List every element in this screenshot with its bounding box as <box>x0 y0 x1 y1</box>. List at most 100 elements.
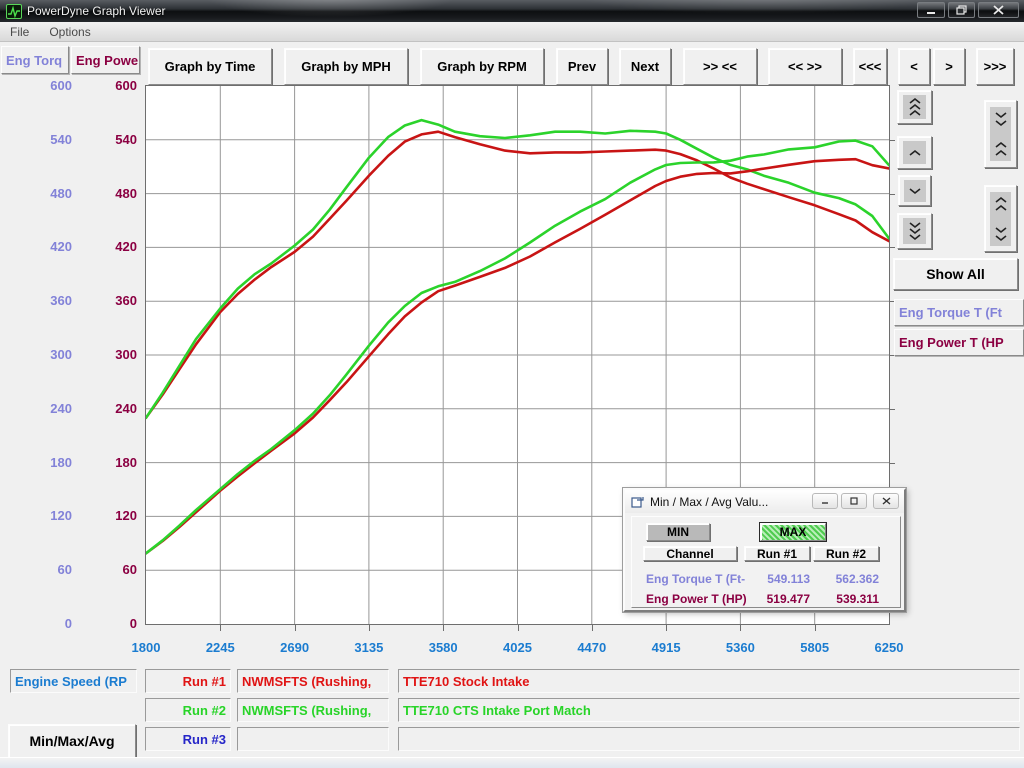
x-axis-label: 6250 <box>857 640 921 656</box>
graph-by-rpm-button[interactable]: Graph by RPM <box>420 48 544 85</box>
y-axis-label-power: 300 <box>75 347 137 363</box>
minmax-window[interactable]: Min / Max / Avg Valu... MIN MAX Channel … <box>623 488 906 612</box>
min-toggle-button[interactable]: MIN <box>646 523 710 541</box>
close-icon <box>882 497 891 505</box>
x-tick-mark <box>666 625 667 631</box>
y-axis-label-torque: 0 <box>10 616 72 632</box>
minmax-minimize-button[interactable] <box>812 493 838 509</box>
run2-name-field[interactable]: NWMSFTS (Rushing, <box>237 698 389 722</box>
x-axis-label: 2690 <box>263 640 327 656</box>
minimize-icon <box>926 6 936 15</box>
menu-file[interactable]: File <box>0 23 39 41</box>
y-axis-label-torque: 480 <box>10 186 72 202</box>
scroll-right-fast-button[interactable]: >>> <box>976 48 1014 85</box>
y-tick-mark <box>890 194 895 195</box>
y-axis-label-torque: 60 <box>10 562 72 578</box>
y-axis-label-power: 180 <box>75 455 137 471</box>
close-button[interactable] <box>978 2 1019 18</box>
scroll-left-fast-button[interactable]: <<< <box>853 48 887 85</box>
minimize-button[interactable] <box>917 2 945 18</box>
y-scroll-down-button[interactable] <box>898 175 931 206</box>
x-tick-mark <box>369 625 370 631</box>
minmax-content: MIN MAX Channel Run #1 Run #2 Eng Torque… <box>631 516 901 608</box>
y-axis-label-torque: 180 <box>10 455 72 471</box>
y-axis-label-torque: 540 <box>10 132 72 148</box>
zoom-in-x-button[interactable]: >> << <box>683 48 757 85</box>
tab-eng-power[interactable]: Eng Powe <box>71 46 140 74</box>
run1-label[interactable]: Run #1 <box>145 669 231 693</box>
channel-label-torque[interactable]: Eng Torque T (Ft <box>894 299 1024 326</box>
y-axis-label-torque: 300 <box>10 347 72 363</box>
run2-label[interactable]: Run #2 <box>145 698 231 722</box>
chevron-down-icon <box>908 187 922 195</box>
run3-desc-field[interactable] <box>398 727 1020 751</box>
form-icon <box>631 496 645 508</box>
run1-name-field[interactable]: NWMSFTS (Rushing, <box>237 669 389 693</box>
x-tick-mark <box>592 625 593 631</box>
y-range-expand-button[interactable] <box>984 185 1017 252</box>
channel-label-power[interactable]: Eng Power T (HP <box>894 329 1024 356</box>
y-axis-label-power: 600 <box>75 78 137 94</box>
x-axis-label: 2245 <box>188 640 252 656</box>
run3-label[interactable]: Run #3 <box>145 727 231 751</box>
title-bar[interactable]: PowerDyne Graph Viewer <box>0 0 1024 22</box>
x-axis-label: 3135 <box>337 640 401 656</box>
y-scroll-down-fast-button[interactable] <box>897 213 932 249</box>
y-axis-label-torque: 360 <box>10 293 72 309</box>
minmax-titlebar[interactable]: Min / Max / Avg Valu... <box>625 490 904 513</box>
minmax-row-power-channel: Eng Power T (HP) <box>646 592 756 606</box>
x-axis-label: 4915 <box>634 640 698 656</box>
y-axis-label-power: 420 <box>75 239 137 255</box>
max-toggle-button[interactable]: MAX <box>760 523 826 541</box>
y-tick-mark <box>890 140 895 141</box>
y-scroll-up-fast-button[interactable] <box>897 90 932 124</box>
minmax-torque-run2-value: 562.362 <box>819 572 879 586</box>
minmax-window-title: Min / Max / Avg Valu... <box>650 495 768 509</box>
chevron-up-icon <box>908 149 922 157</box>
x-axis-label: 5805 <box>783 640 847 656</box>
y-tick-mark <box>890 247 895 248</box>
run2-desc-field[interactable]: TTE710 CTS Intake Port Match <box>398 698 1020 722</box>
prev-button[interactable]: Prev <box>556 48 608 85</box>
x-tick-mark <box>815 625 816 631</box>
y-axis-label-torque: 420 <box>10 239 72 255</box>
chevrons-up-triple-icon <box>908 97 922 117</box>
x-axis-label: 3580 <box>411 640 475 656</box>
minmax-power-run1-value: 519.477 <box>750 592 810 606</box>
x-channel-selector[interactable]: Engine Speed (RP <box>10 669 137 693</box>
chevrons-expand-icon <box>994 196 1008 242</box>
graph-by-time-button[interactable]: Graph by Time <box>148 48 272 85</box>
scroll-left-button[interactable]: < <box>898 48 930 85</box>
zoom-out-x-button[interactable]: << >> <box>768 48 842 85</box>
minmax-row-torque-channel: Eng Torque T (Ft- <box>646 572 756 586</box>
scroll-right-button[interactable]: > <box>933 48 965 85</box>
run1-desc-field[interactable]: TTE710 Stock Intake <box>398 669 1020 693</box>
menu-options[interactable]: Options <box>39 23 100 41</box>
minimize-icon <box>821 498 829 505</box>
restore-button[interactable] <box>948 2 975 18</box>
tab-eng-torque-label: Eng Torq <box>6 53 62 68</box>
tab-eng-power-label: Eng Powe <box>76 53 138 68</box>
y-scroll-up-button[interactable] <box>897 136 932 169</box>
next-button[interactable]: Next <box>619 48 671 85</box>
run3-name-field[interactable] <box>237 727 389 751</box>
chevrons-collapse-icon <box>994 111 1008 157</box>
graph-by-mph-button[interactable]: Graph by MPH <box>284 48 408 85</box>
y-axis-label-power: 360 <box>75 293 137 309</box>
minmax-torque-run1-value: 549.113 <box>750 572 810 586</box>
y-axis-label-power: 120 <box>75 508 137 524</box>
y-tick-mark <box>890 409 895 410</box>
restore-icon <box>956 5 967 15</box>
minmax-restore-button[interactable] <box>841 493 867 509</box>
tab-eng-torque[interactable]: Eng Torq <box>1 46 69 74</box>
restore-icon <box>850 497 858 505</box>
show-all-button[interactable]: Show All <box>893 258 1018 290</box>
y-axis-label-torque: 240 <box>10 401 72 417</box>
x-tick-mark <box>518 625 519 631</box>
y-range-collapse-button[interactable] <box>984 100 1017 168</box>
minmaxavg-button[interactable]: Min/Max/Avg <box>8 724 136 758</box>
x-axis-label: 4470 <box>560 640 624 656</box>
minmax-close-button[interactable] <box>873 493 899 509</box>
column-header-run2: Run #2 <box>813 546 879 561</box>
column-header-run1: Run #1 <box>744 546 810 561</box>
